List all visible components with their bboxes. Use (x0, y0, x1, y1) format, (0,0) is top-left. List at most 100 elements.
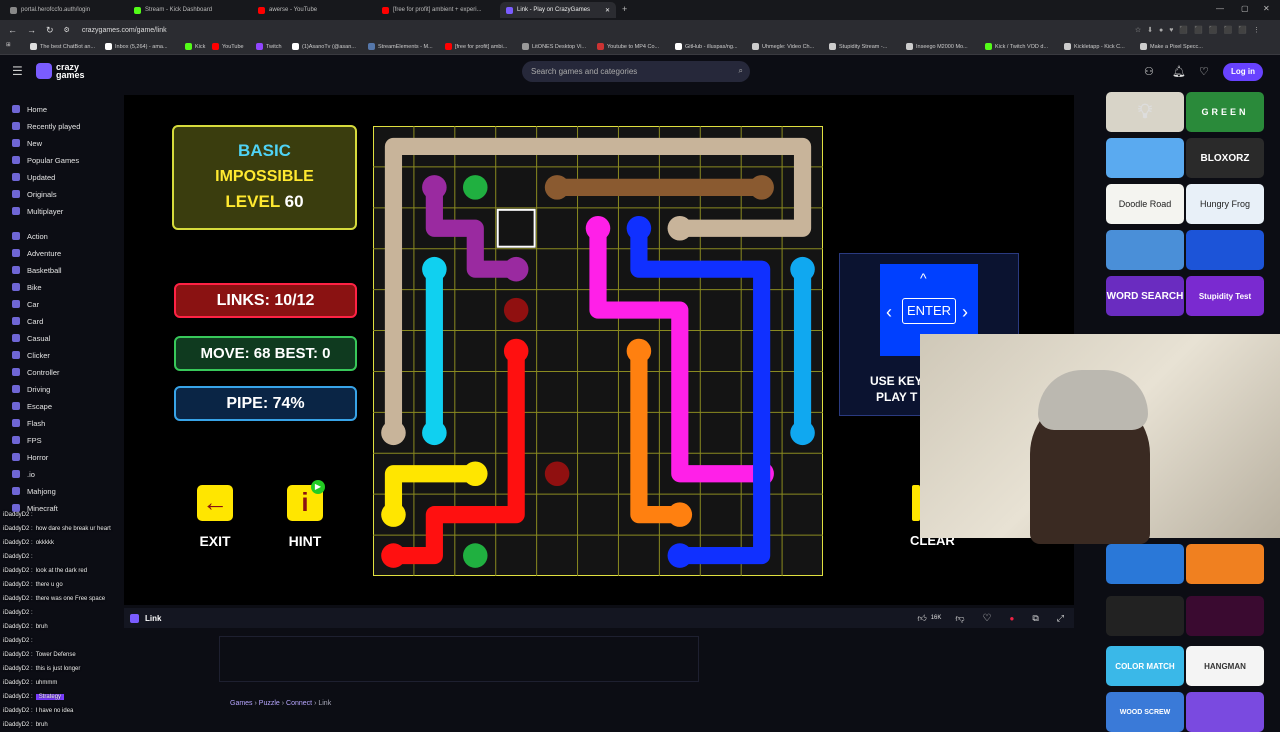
apps-icon[interactable]: ⊞ (6, 42, 11, 48)
sidebar-item-fps[interactable]: FPS (12, 434, 42, 446)
tab-kick-dashboard[interactable]: Stream - Kick Dashboard (128, 2, 248, 18)
bookmark-item[interactable]: GitHub - illuspas/ng... (675, 43, 738, 50)
bookmark-item[interactable]: The best ChatBot an... (30, 43, 95, 50)
sidebar-item-driving[interactable]: Driving (12, 383, 50, 395)
close-window-icon[interactable]: ✕ (1263, 4, 1270, 13)
url-field[interactable]: crazygames.com/game/link (82, 27, 167, 34)
extensions-icons[interactable]: ☆⬇●♥⬛⬛⬛⬛⬛⋮ (1135, 26, 1266, 34)
maximize-icon[interactable]: ▢ (1241, 4, 1249, 13)
sidebar-item-multiplayer[interactable]: Multiplayer (12, 205, 63, 217)
breadcrumb-connect[interactable]: Connect (286, 700, 312, 707)
game-thumbnail[interactable] (1186, 692, 1264, 732)
reload-icon[interactable]: ↻ (46, 25, 54, 36)
bookmark-item[interactable]: Make a Pixel Specc... (1140, 43, 1203, 50)
new-tab-icon[interactable]: + (622, 4, 627, 14)
exit-button[interactable]: EXIT (197, 533, 233, 549)
close-tab-icon[interactable]: ✕ (605, 7, 610, 14)
sidebar-item-bike[interactable]: Bike (12, 281, 42, 293)
chat-message: iDaddyD2 : there u go (3, 582, 63, 588)
bookmark-item[interactable]: (1)AsanoTv (@asan... (292, 43, 356, 50)
pipe-endpoint (667, 216, 693, 241)
bookmark-item[interactable]: [free for profit] ambi... (445, 43, 507, 50)
puzzle-board[interactable] (373, 126, 823, 576)
sidebar-item-io[interactable]: .io (12, 468, 35, 480)
bookmark-item[interactable]: Youtube to MP4 Co... (597, 43, 659, 50)
game-thumbnail[interactable]: Doodle Road (1106, 184, 1184, 224)
bookmark-item[interactable]: LitONES Desktop Vi... (522, 43, 586, 50)
sidebar-item-clicker[interactable]: Clicker (12, 349, 50, 361)
bookmark-item[interactable]: Kick / Twitch VOD d... (985, 43, 1048, 50)
site-info-icon[interactable]: ⚙ (64, 26, 70, 34)
game-thumbnail[interactable] (1186, 230, 1264, 270)
sidebar-item-updated[interactable]: Updated (12, 171, 55, 183)
sidebar-item-casual[interactable]: Casual (12, 332, 50, 344)
bookmark-item[interactable]: Inbox (5,264) - ama... (105, 43, 168, 50)
sidebar-item-escape[interactable]: Escape (12, 400, 52, 412)
game-thumbnail[interactable] (1186, 596, 1264, 636)
game-thumbnail[interactable]: COLOR MATCH (1106, 646, 1184, 686)
sidebar-item-new[interactable]: New (12, 137, 42, 149)
game-thumbnail[interactable]: Hungry Frog (1186, 184, 1264, 224)
sidebar-item-adventure[interactable]: Adventure (12, 247, 61, 259)
site-logo[interactable]: crazy games (36, 63, 90, 80)
sidebar-item-card[interactable]: Card (12, 315, 43, 327)
sidebar-item-flash[interactable]: Flash (12, 417, 45, 429)
tab-youtube[interactable]: awerse - YouTube (252, 2, 372, 18)
notifications-icon[interactable]: 🔔︎ (1172, 65, 1186, 78)
login-button[interactable]: Log in (1223, 63, 1263, 81)
breadcrumb-games[interactable]: Games (230, 700, 253, 707)
game-thumbnail[interactable]: WORD SEARCH (1106, 276, 1184, 316)
sidebar-item-horror[interactable]: Horror (12, 451, 48, 463)
sidebar-item-popular-games[interactable]: Popular Games (12, 154, 79, 166)
report-icon[interactable]: ● (1010, 614, 1015, 623)
sidebar-item-car[interactable]: Car (12, 298, 39, 310)
tab-free-for-profit[interactable]: [free for profit] ambient + experi... (376, 2, 496, 18)
game-thumbnail[interactable]: Stupidity Test (1186, 276, 1264, 316)
bookmark-item[interactable]: Twitch (256, 43, 282, 50)
game-thumbnail[interactable]: BLOXORZ (1186, 138, 1264, 178)
sidebar-item-originals[interactable]: Originals (12, 188, 57, 200)
forward-icon[interactable]: → (27, 25, 36, 35)
favorites-icon[interactable]: ♡ (1199, 65, 1209, 78)
hint-button[interactable]: HINT (284, 533, 326, 549)
tab-portal[interactable]: portal.herofccfo.auth/login (4, 2, 124, 18)
fullscreen-icon[interactable]: ⤢ (1057, 613, 1064, 624)
bookmark-item[interactable]: Stupidity Stream -... (829, 43, 887, 50)
game-thumbnail[interactable] (1106, 230, 1184, 270)
bookmark-item[interactable]: Uhmegle: Video Ch... (752, 43, 814, 50)
game-thumbnail[interactable]: HANGMAN (1186, 646, 1264, 686)
bookmark-item[interactable]: Inseego M2000 Mo... (906, 43, 968, 50)
game-thumbnail[interactable] (1106, 544, 1184, 584)
game-thumbnail[interactable] (1186, 544, 1264, 584)
minimize-icon[interactable]: — (1216, 4, 1224, 13)
share-icon[interactable]: ⧉ (1032, 613, 1038, 624)
friends-icon[interactable]: ⚇ (1144, 65, 1154, 78)
game-thumbnail[interactable]: GREEN (1186, 92, 1264, 132)
clear-icon[interactable] (912, 485, 920, 521)
chat-message: iDaddyD2 : (3, 512, 36, 518)
bookmark-item[interactable]: Kick (185, 43, 205, 50)
exit-arrow-icon[interactable]: ← (197, 485, 233, 521)
back-icon[interactable]: ← (8, 25, 17, 35)
game-thumbnail[interactable]: 💡︎ (1106, 92, 1184, 132)
search-icon[interactable]: ⌕ (739, 66, 743, 76)
bookmark-item[interactable]: StreamElements - M... (368, 43, 433, 50)
menu-icon[interactable]: ☰ (12, 64, 23, 78)
search-input[interactable]: Search games and categories ⌕ (522, 61, 750, 82)
dislike-icon[interactable]: 👎︎ (955, 613, 964, 624)
game-thumbnail[interactable]: WOOD SCREW (1106, 692, 1184, 732)
tab-link-crazygames[interactable]: Link - Play on CrazyGames ✕ (500, 2, 616, 18)
sidebar-item-basketball[interactable]: Basketball (12, 264, 62, 276)
game-thumbnail[interactable] (1106, 138, 1184, 178)
sidebar-item-recently-played[interactable]: Recently played (12, 120, 80, 132)
game-thumbnail[interactable] (1106, 596, 1184, 636)
sidebar-item-home[interactable]: Home (12, 103, 47, 115)
like-icon[interactable]: 👍︎ (917, 613, 926, 624)
bookmark-item[interactable]: YouTube (212, 43, 244, 50)
sidebar-item-action[interactable]: Action (12, 230, 48, 242)
sidebar-item-controller[interactable]: Controller (12, 366, 60, 378)
sidebar-item-mahjong[interactable]: Mahjong (12, 485, 56, 497)
bookmark-item[interactable]: Kickletapp - Kick C... (1064, 43, 1125, 50)
favorite-icon[interactable]: ♡ (983, 613, 992, 624)
breadcrumb-puzzle[interactable]: Puzzle (259, 700, 280, 707)
